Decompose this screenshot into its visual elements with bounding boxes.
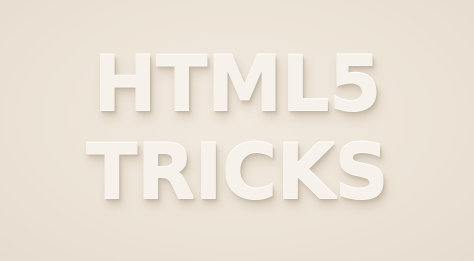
embossed-title-banner: HTML5 TRICKS — [0, 0, 474, 261]
headline-line-1: HTML5 — [93, 39, 381, 128]
headline-line-2: TRICKS — [85, 127, 389, 216]
